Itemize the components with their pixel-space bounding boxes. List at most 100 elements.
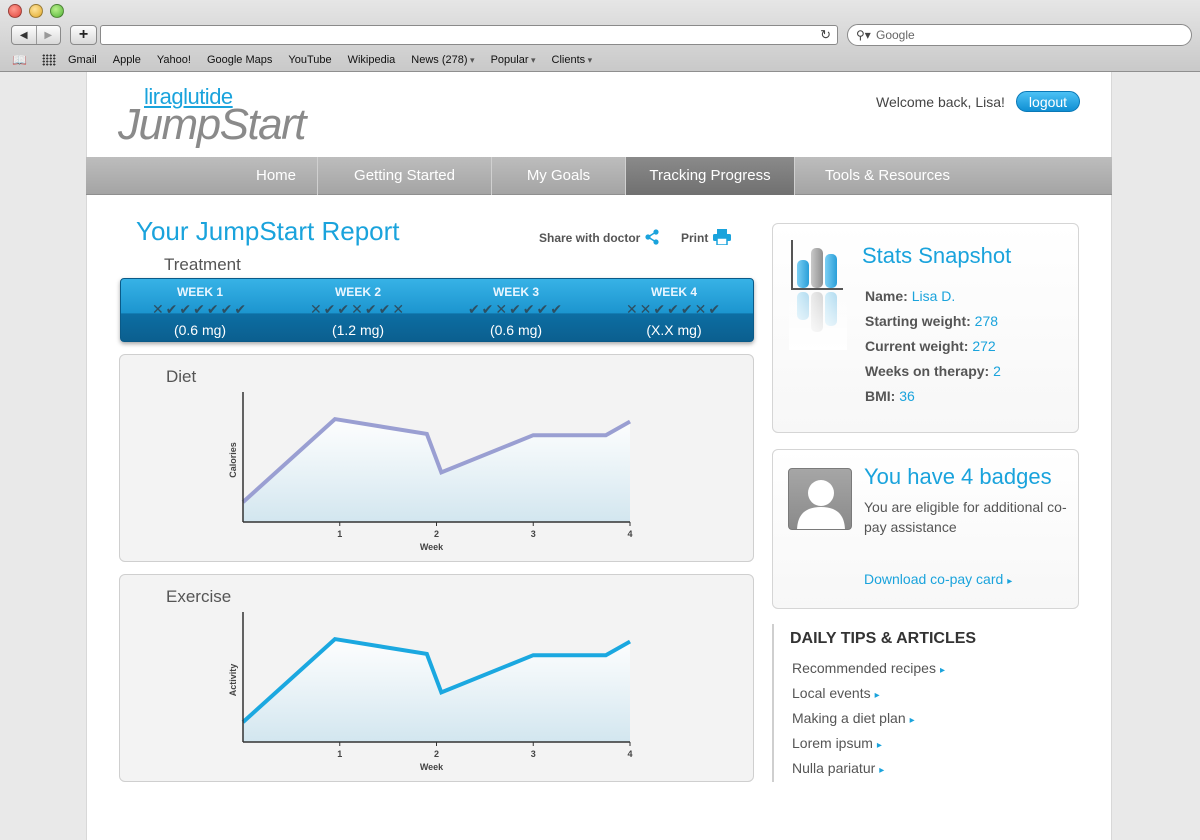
dose-checkmarks: ✕✕✔✔✔✕✔ (625, 302, 723, 318)
stat-value: 272 (972, 338, 996, 354)
week-4: WEEK 4 ✕✕✔✔✔✕✔ (X.X mg) (595, 279, 753, 343)
stat-value: Lisa D. (911, 288, 956, 304)
treatment-label: Treatment (164, 255, 241, 274)
y-axis-label: Calories (228, 442, 238, 478)
search-icon: ⚲▾ (856, 28, 871, 42)
stat-weeks-on-therapy: Weeks on therapy: 2 (865, 363, 1001, 379)
tip-link[interactable]: Nulla pariatur ▸ (792, 760, 884, 776)
tips-title: DAILY TIPS & ARTICLES (790, 630, 977, 647)
daily-tips-panel: DAILY TIPS & ARTICLES Recommended recipe… (772, 624, 1082, 782)
address-bar[interactable]: ↻ (100, 25, 838, 45)
stat-bmi: BMI: 36 (865, 388, 915, 404)
chevron-right-icon: ▸ (909, 715, 915, 726)
tip-link[interactable]: Recommended recipes ▸ (792, 660, 945, 676)
dose-checkmarks: ✕✔✔✕✔✔✕ (309, 302, 407, 318)
x-tick-label: 2 (434, 529, 439, 539)
bookmark-youtube[interactable]: YouTube (288, 54, 331, 66)
main-nav: Home Getting Started My Goals Tracking P… (86, 157, 1112, 195)
page-title: Your JumpStart Report (136, 216, 400, 246)
x-tick-label: 2 (434, 749, 439, 759)
close-window-button[interactable] (8, 4, 22, 18)
share-with-doctor-link[interactable]: Share with doctor (539, 231, 640, 245)
x-tick-label: 3 (531, 749, 536, 759)
badges-title: You have 4 badges (864, 464, 1052, 489)
stat-value: 278 (974, 313, 999, 329)
tip-label: Making a diet plan (792, 710, 906, 726)
logout-button[interactable]: logout (1016, 91, 1080, 112)
forward-icon[interactable]: ▶ (35, 26, 61, 44)
history-buttons: ◀ ▶ (11, 25, 61, 45)
week-dose: (0.6 mg) (489, 322, 543, 338)
bookmark-wikipedia[interactable]: Wikipedia (348, 54, 396, 66)
tip-label: Nulla pariatur (792, 760, 876, 776)
avatar (788, 468, 852, 530)
nav-getting-started[interactable]: Getting Started (317, 157, 491, 195)
badges-description: You are eligible for additional co-pay a… (864, 499, 1067, 535)
stat-label: Weeks on therapy: (865, 363, 990, 379)
reload-icon[interactable]: ↻ (820, 27, 831, 43)
x-axis-label: Week (420, 762, 444, 772)
dose-checkmarks: ✔✔✕✔✔✔✔ (467, 302, 565, 318)
diet-chart: 1 2 3 4 Week Calories (228, 392, 633, 552)
add-bookmark-button[interactable]: + (70, 25, 97, 45)
bookmark-news[interactable]: News (278) (411, 54, 474, 66)
tip-label: Recommended recipes (792, 660, 936, 676)
week-1: WEEK 1 ✕✔✔✔✔✔✔ (0.6 mg) (121, 279, 279, 343)
tip-link[interactable]: Making a diet plan ▸ (792, 710, 915, 726)
nav-home[interactable]: Home (234, 157, 318, 195)
stat-label: BMI: (865, 388, 896, 404)
bookmark-gmail[interactable]: Gmail (68, 54, 97, 66)
tip-link[interactable]: Local events ▸ (792, 685, 880, 701)
x-axis-label: Week (420, 542, 444, 552)
window-controls (8, 4, 64, 18)
week-title: WEEK 2 (334, 285, 381, 299)
logo-product-text: JumpStart (118, 100, 307, 149)
diet-chart-panel: Diet 1 2 3 4 Week Calories (119, 354, 754, 562)
week-2: WEEK 2 ✕✔✔✕✔✔✕ (1.2 mg) (279, 279, 437, 343)
search-input[interactable]: ⚲▾ Google (847, 24, 1192, 46)
tip-link[interactable]: Lorem ipsum ▸ (792, 735, 882, 751)
minimize-window-button[interactable] (29, 4, 43, 18)
reading-list-icon[interactable]: 📖 (12, 54, 30, 66)
bookmark-yahoo[interactable]: Yahoo! (157, 54, 191, 66)
chevron-right-icon: ▸ (876, 740, 882, 751)
x-tick-label: 1 (337, 529, 342, 539)
y-axis-label: Activity (228, 664, 238, 697)
nav-tracking-progress[interactable]: Tracking Progress (625, 157, 794, 195)
bookmarks-bar: 📖 Gmail Apple Yahoo! Google Maps YouTube… (0, 50, 1200, 70)
nav-my-goals[interactable]: My Goals (491, 157, 625, 195)
badges-panel: You have 4 badges You are eligible for a… (772, 449, 1079, 609)
week-dose: (0.6 mg) (173, 322, 227, 338)
zoom-window-button[interactable] (50, 4, 64, 18)
top-sites-icon[interactable] (42, 54, 56, 66)
stat-value: 36 (899, 388, 915, 404)
user-silhouette-icon (797, 480, 845, 529)
week-3: WEEK 3 ✔✔✕✔✔✔✔ (0.6 mg) (437, 279, 595, 343)
stat-value: 2 (993, 363, 1001, 379)
printer-icon[interactable] (713, 229, 731, 245)
chevron-right-icon: ▸ (879, 765, 885, 776)
share-icon[interactable] (644, 229, 660, 245)
bar-chart-icon (789, 240, 847, 350)
bookmark-clients[interactable]: Clients (552, 54, 593, 66)
week-dose: (X.X mg) (646, 322, 702, 338)
stat-starting-weight: Starting weight: 278 (865, 313, 998, 329)
x-tick-label: 3 (531, 529, 536, 539)
browser-chrome: ◀ ▶ + ↻ ⚲▾ Google 📖 Gmail Apple Yahoo! G… (0, 0, 1200, 72)
x-tick-label: 1 (337, 749, 342, 759)
exercise-chart: 1 2 3 4 Week Activity (228, 612, 633, 772)
stat-label: Current weight: (865, 338, 969, 354)
nav-tools-resources[interactable]: Tools & Resources (794, 157, 980, 195)
back-icon[interactable]: ◀ (12, 26, 36, 44)
link-label: Download co-pay card (864, 571, 1004, 587)
week-dose: (1.2 mg) (331, 322, 385, 338)
stat-label: Starting weight: (865, 313, 971, 329)
stats-title: Stats Snapshot (862, 243, 1012, 268)
bookmark-google-maps[interactable]: Google Maps (207, 54, 272, 66)
print-link[interactable]: Print (681, 231, 708, 245)
bookmark-apple[interactable]: Apple (113, 54, 141, 66)
download-copay-card-link[interactable]: Download co-pay card ▸ (864, 571, 1012, 587)
dose-checkmarks: ✕✔✔✔✔✔✔ (151, 302, 249, 318)
stat-name: Name: Lisa D. (865, 288, 955, 304)
bookmark-popular[interactable]: Popular (491, 54, 536, 66)
